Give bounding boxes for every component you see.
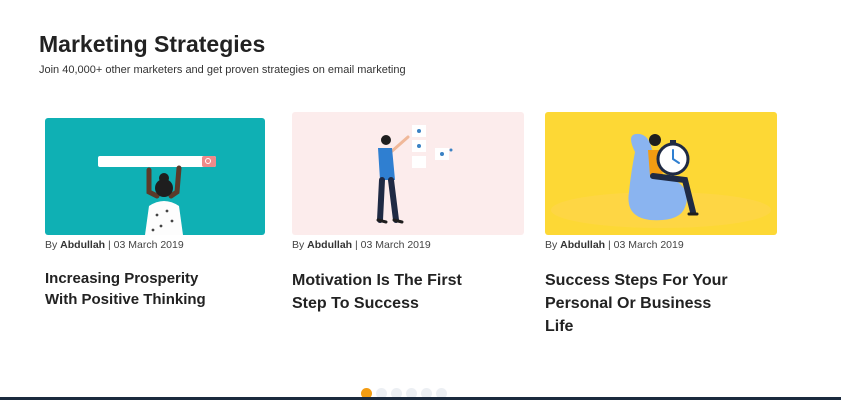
article-card-2[interactable]: By Abdullah | 03 March 2019 Motivation I… bbox=[292, 112, 524, 315]
author-link[interactable]: Abdullah bbox=[60, 239, 105, 251]
article-meta: By Abdullah | 03 March 2019 bbox=[45, 239, 265, 251]
article-card-3[interactable]: By Abdullah | 03 March 2019 Success Step… bbox=[545, 112, 777, 338]
author-prefix: By bbox=[545, 239, 561, 251]
article-title-2[interactable]: Motivation Is The First Step To Success bbox=[292, 269, 472, 315]
article-image-1[interactable] bbox=[45, 118, 265, 235]
article-image-3[interactable] bbox=[545, 112, 777, 235]
section-title: Marketing Strategies bbox=[39, 31, 266, 57]
publish-date: | 03 March 2019 bbox=[105, 239, 184, 251]
author-link[interactable]: Abdullah bbox=[307, 239, 352, 251]
article-card-1[interactable]: By Abdullah | 03 March 2019 Increasing P… bbox=[45, 112, 265, 310]
article-meta: By Abdullah | 03 March 2019 bbox=[545, 239, 777, 251]
article-title-3[interactable]: Success Steps For Your Personal Or Busin… bbox=[545, 269, 740, 338]
article-meta: By Abdullah | 03 March 2019 bbox=[292, 239, 524, 251]
author-prefix: By bbox=[292, 239, 308, 251]
author-link[interactable]: Abdullah bbox=[560, 239, 605, 251]
publish-date: | 03 March 2019 bbox=[352, 239, 431, 251]
section-subtitle: Join 40,000+ other marketers and get pro… bbox=[39, 64, 406, 76]
article-title-1[interactable]: Increasing Prosperity With Positive Thin… bbox=[45, 268, 220, 310]
author-prefix: By bbox=[45, 239, 61, 251]
article-image-2[interactable] bbox=[292, 112, 524, 235]
publish-date: | 03 March 2019 bbox=[605, 239, 684, 251]
